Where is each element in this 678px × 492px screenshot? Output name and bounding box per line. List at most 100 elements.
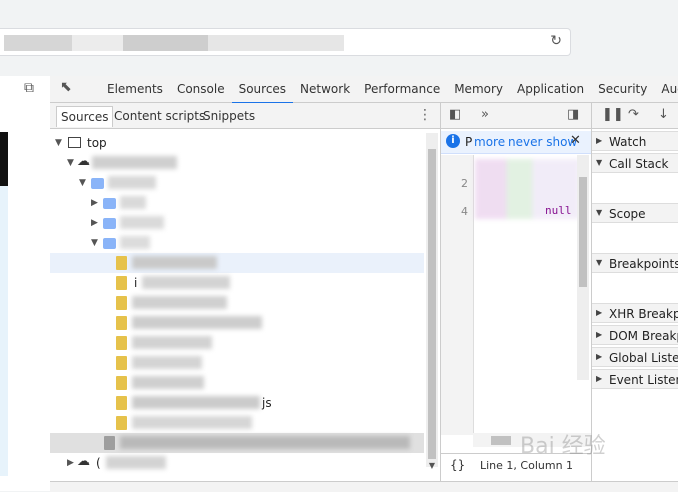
- navigator-tab-sources[interactable]: Sources: [56, 106, 114, 127]
- tree-row-file-gray[interactable]: [50, 433, 424, 453]
- scrollbar-thumb[interactable]: [428, 149, 436, 459]
- editor-scrollbar[interactable]: [577, 155, 589, 380]
- section-dom-breakpoints[interactable]: ▶ DOM Breakp: [592, 325, 678, 345]
- url-text[interactable]: [4, 35, 344, 51]
- section-global-listeners[interactable]: ▶ Global Listen: [592, 347, 678, 367]
- section-event-listener-breakpoints[interactable]: ▶ Event Listene: [592, 369, 678, 389]
- file-icon: [116, 416, 127, 430]
- tab-memory[interactable]: Memory: [447, 76, 510, 102]
- folder-icon: [103, 198, 116, 209]
- collapse-arrow-icon[interactable]: ▶: [91, 218, 98, 228]
- collapse-arrow-icon: ▶: [596, 330, 603, 339]
- section-breakpoints[interactable]: ▼ Breakpoints: [592, 253, 678, 273]
- toggle-debugger-icon[interactable]: ◨: [567, 107, 579, 122]
- tab-network[interactable]: Network: [293, 76, 357, 102]
- tree-row-file[interactable]: i: [50, 273, 424, 293]
- tree-row-domain[interactable]: ▼ ☁: [50, 153, 424, 173]
- collapse-arrow-icon[interactable]: ▶: [91, 198, 98, 208]
- pause-icon[interactable]: ❚❚: [602, 107, 624, 122]
- tree-row-file-selected[interactable]: [50, 253, 424, 273]
- folder-icon: [103, 218, 116, 229]
- tree-row-file[interactable]: [50, 413, 424, 433]
- tree-row-file[interactable]: [50, 313, 424, 333]
- section-title: XHR Breakpo: [609, 307, 678, 321]
- tab-security[interactable]: Security: [591, 76, 654, 102]
- navigator-scrollbar[interactable]: [426, 133, 438, 467]
- close-icon[interactable]: ✕: [570, 133, 581, 148]
- console-drawer-bar[interactable]: [50, 481, 678, 492]
- redacted-label: [132, 356, 202, 369]
- section-scope[interactable]: ▼ Scope: [592, 203, 678, 223]
- tree-row-file[interactable]: [50, 293, 424, 313]
- expand-arrow-icon[interactable]: ▼: [67, 158, 74, 168]
- section-xhr-breakpoints[interactable]: ▶ XHR Breakpo: [592, 303, 678, 323]
- navigator-tab-snippets[interactable]: Snippets: [199, 106, 259, 126]
- section-title: DOM Breakp: [609, 329, 678, 343]
- collapse-arrow-icon: ▶: [596, 352, 603, 361]
- frame-icon: [68, 137, 81, 148]
- section-watch[interactable]: ▶ Watch: [592, 131, 678, 151]
- cloud-icon: ☁: [77, 454, 90, 469]
- redacted-label: [120, 196, 146, 209]
- file-icon: [116, 356, 127, 370]
- navigator-pane: Sources Content scripts Snippets ⋮ ▼ top…: [50, 103, 441, 491]
- step-over-icon[interactable]: ↷: [628, 107, 639, 122]
- redacted-label: [120, 216, 164, 229]
- file-icon: [116, 316, 127, 330]
- page-light-block: [0, 186, 8, 476]
- expand-arrow-icon[interactable]: ▼: [79, 178, 86, 188]
- infobar-never-show-link[interactable]: never show: [508, 135, 577, 149]
- line-number: 2: [461, 177, 468, 190]
- expand-arrow-icon: ▼: [596, 208, 603, 217]
- collapse-arrow-icon: ▶: [596, 308, 603, 317]
- tree-row-file[interactable]: [50, 373, 424, 393]
- section-title: Watch: [609, 135, 647, 149]
- tree-row-folder[interactable]: ▼: [50, 233, 424, 253]
- inspect-element-icon[interactable]: ⬉: [60, 79, 72, 95]
- open-tabs-chevron-icon[interactable]: »: [481, 107, 489, 122]
- section-call-stack[interactable]: ▼ Call Stack: [592, 153, 678, 173]
- info-bar: i P more never show ✕: [441, 131, 591, 154]
- step-into-icon[interactable]: ↓: [658, 107, 669, 122]
- expand-arrow-icon[interactable]: ▼: [55, 138, 62, 148]
- scroll-down-icon[interactable]: ▼: [429, 461, 435, 470]
- scrollbar-thumb[interactable]: [579, 177, 587, 287]
- scrollbar-thumb[interactable]: [491, 436, 511, 445]
- tab-elements[interactable]: Elements: [100, 76, 170, 102]
- collapse-arrow-icon[interactable]: ▶: [67, 458, 74, 468]
- tab-audits[interactable]: Audit: [654, 76, 678, 102]
- reload-icon[interactable]: ↻: [550, 33, 562, 49]
- address-bar[interactable]: ↻: [0, 28, 571, 56]
- more-options-icon[interactable]: ⋮: [418, 107, 432, 123]
- file-tree: ▼ top ▼ ☁ ▼ ▶ ▶ ▼ i js ▶ ☁ (: [50, 131, 424, 471]
- code-token: null: [545, 204, 572, 217]
- redacted-label: [132, 256, 217, 269]
- infobar-more-link[interactable]: more: [474, 135, 505, 149]
- file-icon: [116, 296, 127, 310]
- navigator-tab-content-scripts[interactable]: Content scripts: [110, 106, 209, 126]
- expand-arrow-icon[interactable]: ▼: [91, 238, 98, 248]
- tab-sources[interactable]: Sources: [231, 76, 294, 104]
- tab-application[interactable]: Application: [510, 76, 591, 102]
- tree-row-folder[interactable]: ▶: [50, 193, 424, 213]
- tree-row-file[interactable]: [50, 333, 424, 353]
- file-icon: [116, 376, 127, 390]
- toggle-navigator-icon[interactable]: ◧: [449, 107, 461, 122]
- editor-toolbar: ◧ » ◨: [441, 103, 591, 129]
- tree-row-domain[interactable]: ▶ ☁ (: [50, 453, 424, 473]
- tree-row-folder[interactable]: ▶: [50, 213, 424, 233]
- redacted-label: [132, 376, 204, 389]
- tree-row-file[interactable]: [50, 353, 424, 373]
- info-icon: i: [446, 134, 460, 148]
- redacted-label: [132, 296, 227, 309]
- device-toolbar-icon[interactable]: ⧉: [24, 80, 34, 96]
- tab-performance[interactable]: Performance: [357, 76, 447, 102]
- tab-console[interactable]: Console: [170, 76, 232, 102]
- tree-row-top[interactable]: ▼ top: [50, 133, 424, 153]
- section-title: Global Listen: [609, 351, 678, 365]
- pretty-print-button[interactable]: {}: [450, 458, 465, 472]
- tree-row-folder[interactable]: ▼: [50, 173, 424, 193]
- expand-arrow-icon: ▼: [596, 258, 603, 267]
- tree-row-file[interactable]: js: [50, 393, 424, 413]
- redacted-label: [108, 176, 156, 189]
